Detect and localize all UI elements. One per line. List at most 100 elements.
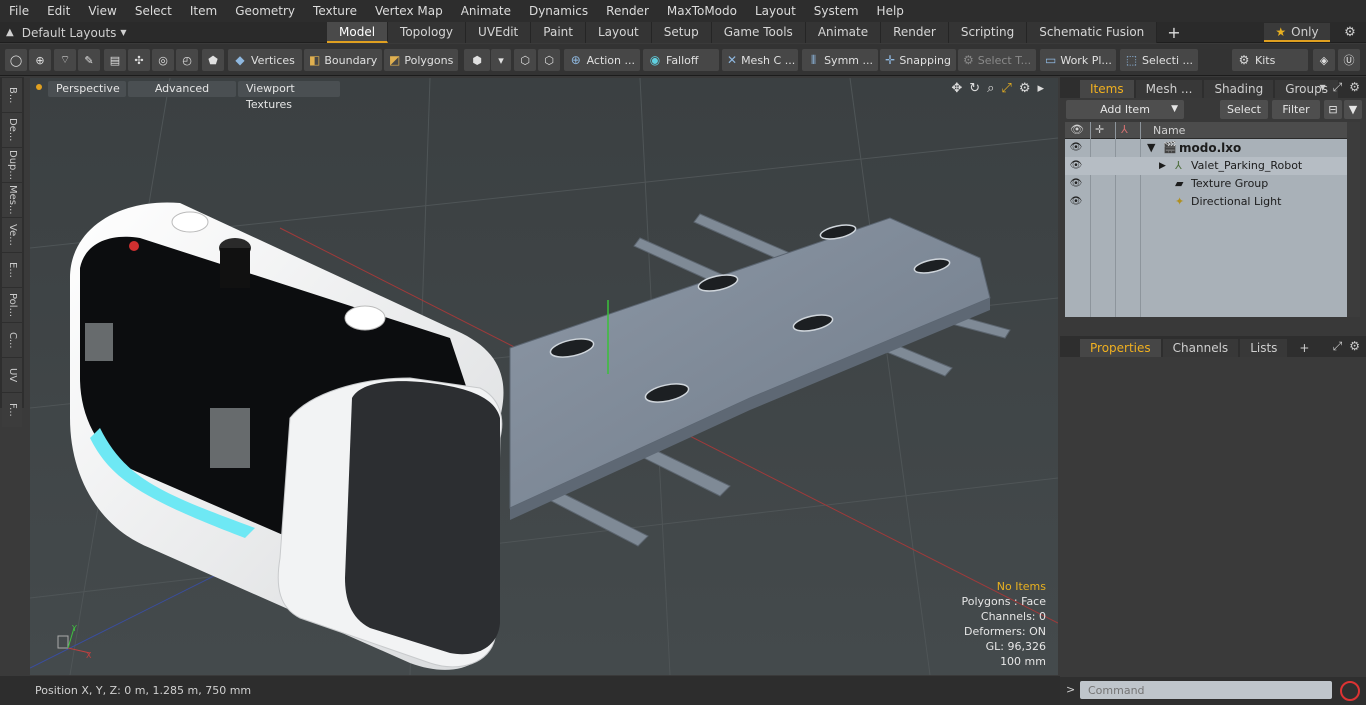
filter-button[interactable]: Filter bbox=[1272, 100, 1320, 119]
left-tab-basic[interactable]: B... bbox=[2, 78, 22, 112]
menu-maxtomodo[interactable]: MaxToModo bbox=[658, 0, 746, 22]
tab-mesh[interactable]: Mesh ... bbox=[1135, 80, 1203, 98]
symmetry-button[interactable]: ⫴ Symm ... bbox=[802, 49, 878, 71]
vertices-button[interactable]: ◆ Vertices bbox=[228, 49, 302, 71]
select-through-button[interactable]: ⚙ Select T... bbox=[958, 49, 1036, 71]
tab-game-tools[interactable]: Game Tools bbox=[711, 22, 806, 43]
perspective-button[interactable]: Perspective bbox=[48, 81, 126, 97]
transform-icon[interactable]: ✣ bbox=[128, 49, 150, 71]
work-plane-button[interactable]: ▭ Work Pl... bbox=[1040, 49, 1116, 71]
chevron-down-icon[interactable]: ▾ bbox=[491, 49, 511, 71]
tab-schematic-fusion[interactable]: Schematic Fusion bbox=[1027, 22, 1158, 43]
eye-icon[interactable]: 👁 bbox=[1069, 195, 1083, 209]
boundary-button[interactable]: ◧ Boundary bbox=[304, 49, 382, 71]
command-run-icon[interactable] bbox=[1340, 681, 1360, 701]
eye-icon[interactable]: 👁 bbox=[1069, 141, 1083, 155]
add-tab-icon[interactable]: + bbox=[1157, 22, 1190, 43]
mesh-constraint-button[interactable]: ✕ Mesh C ... bbox=[722, 49, 798, 71]
circle-select-icon[interactable]: ◯ bbox=[5, 49, 27, 71]
cube-icon[interactable]: ⬢ bbox=[464, 49, 490, 71]
viewport-menu-dot[interactable] bbox=[36, 84, 42, 90]
tab-render[interactable]: Render bbox=[881, 22, 949, 43]
left-tab-deform[interactable]: De... bbox=[2, 113, 22, 147]
lasso-icon[interactable]: ⌔ bbox=[54, 49, 76, 71]
menu-dynamics[interactable]: Dynamics bbox=[520, 0, 597, 22]
expand-icon[interactable]: ⤢ bbox=[1333, 80, 1343, 95]
viewport-textures-button[interactable]: Viewport Textures bbox=[238, 81, 340, 111]
menu-layout[interactable]: Layout bbox=[746, 0, 805, 22]
tab-uvedit[interactable]: UVEdit bbox=[466, 22, 532, 43]
tree-row-modo[interactable]: 👁 ▼ 🎬 modo.lxo bbox=[1065, 139, 1347, 157]
add-item-button[interactable]: Add Item ▼ bbox=[1066, 100, 1184, 119]
panel-menu-icon[interactable] bbox=[1060, 80, 1078, 98]
brush-icon[interactable]: ✎ bbox=[78, 49, 100, 71]
menu-select[interactable]: Select bbox=[126, 0, 181, 22]
maximize-icon[interactable]: ⤢ bbox=[1001, 81, 1011, 96]
left-tab-curve[interactable]: C... bbox=[2, 323, 22, 357]
left-tab-uv[interactable]: UV bbox=[2, 358, 22, 392]
menu-geometry[interactable]: Geometry bbox=[226, 0, 304, 22]
tab-lists[interactable]: Lists bbox=[1240, 339, 1288, 357]
play-icon[interactable]: ▸ bbox=[1037, 81, 1044, 96]
panel-gear-icon[interactable]: ⚙ bbox=[1349, 80, 1360, 95]
panel-menu-icon[interactable] bbox=[1060, 339, 1078, 357]
menu-view[interactable]: View bbox=[79, 0, 125, 22]
unreal-icon[interactable]: Ⓤ bbox=[1338, 49, 1360, 71]
tree-row-texture-group[interactable]: 👁 ▰ Texture Group bbox=[1065, 175, 1347, 193]
pan-icon[interactable]: ✥ bbox=[951, 81, 962, 96]
tab-animate[interactable]: Animate bbox=[805, 22, 882, 43]
eye-icon[interactable]: 👁 bbox=[1069, 177, 1083, 191]
target-icon[interactable]: ◎ bbox=[152, 49, 174, 71]
left-tab-vertex[interactable]: Ve... bbox=[2, 218, 22, 252]
align-icon[interactable]: ▤ bbox=[104, 49, 126, 71]
tree-row-light[interactable]: 👁 ✦ Directional Light bbox=[1065, 193, 1347, 211]
zoom-icon[interactable]: ⌕ bbox=[987, 81, 994, 96]
menu-render[interactable]: Render bbox=[597, 0, 658, 22]
tab-items[interactable]: Items bbox=[1080, 80, 1134, 98]
tab-channels[interactable]: Channels bbox=[1162, 339, 1239, 357]
tree-scrollbar[interactable] bbox=[1347, 122, 1360, 317]
sphere-alt-icon[interactable]: ⬡ bbox=[538, 49, 560, 71]
menu-edit[interactable]: Edit bbox=[38, 0, 79, 22]
rotate-icon[interactable]: ◴ bbox=[176, 49, 198, 71]
collapse-icon[interactable]: ⊟ bbox=[1324, 100, 1342, 119]
tab-setup[interactable]: Setup bbox=[651, 22, 712, 43]
left-tab-polygon[interactable]: Pol... bbox=[2, 288, 22, 322]
3d-viewport[interactable]: Y X Perspective Advanced Viewport Textur… bbox=[30, 78, 1058, 675]
gear-icon[interactable]: ⚙ bbox=[1340, 23, 1360, 42]
tab-layout[interactable]: Layout bbox=[585, 22, 652, 43]
add-panel-tab-icon[interactable]: + bbox=[1289, 339, 1319, 357]
globe-icon[interactable]: ⊕ bbox=[29, 49, 51, 71]
tab-paint[interactable]: Paint bbox=[531, 22, 586, 43]
polygons-button[interactable]: ◩ Polygons bbox=[384, 49, 458, 71]
eye-icon[interactable]: 👁 bbox=[1069, 159, 1083, 173]
expand-icon[interactable]: ⤢ bbox=[1333, 339, 1343, 354]
shield-icon[interactable]: ⬟ bbox=[202, 49, 224, 71]
expand-arrow-icon[interactable]: ▼ bbox=[1147, 141, 1155, 154]
tree-row-robot[interactable]: 👁 ▶ ⅄ Valet_Parking_Robot bbox=[1065, 157, 1347, 175]
viewport-gear-icon[interactable]: ⚙ bbox=[1019, 81, 1031, 96]
tab-topology[interactable]: Topology bbox=[388, 22, 467, 43]
advanced-button[interactable]: Advanced bbox=[128, 81, 236, 97]
unity-icon[interactable]: ◈ bbox=[1313, 49, 1335, 71]
left-tab-fusion[interactable]: F... bbox=[2, 393, 22, 427]
sphere-icon[interactable]: ⬡ bbox=[514, 49, 536, 71]
tab-shading[interactable]: Shading bbox=[1204, 80, 1274, 98]
menu-item[interactable]: Item bbox=[181, 0, 226, 22]
expand-arrow-icon[interactable]: ▶ bbox=[1159, 161, 1166, 171]
tab-properties[interactable]: Properties bbox=[1080, 339, 1161, 357]
menu-animate[interactable]: Animate bbox=[452, 0, 520, 22]
falloff-button[interactable]: ◉ Falloff bbox=[643, 49, 719, 71]
menu-vertex-map[interactable]: Vertex Map bbox=[366, 0, 452, 22]
orbit-icon[interactable]: ↻ bbox=[969, 81, 980, 96]
menu-file[interactable]: File bbox=[0, 0, 38, 22]
snapping-button[interactable]: ✛ Snapping bbox=[880, 49, 956, 71]
menu-system[interactable]: System bbox=[805, 0, 868, 22]
kits-button[interactable]: ⚙ Kits bbox=[1232, 49, 1308, 71]
funnel-icon[interactable]: ▼ bbox=[1344, 100, 1362, 119]
select-button[interactable]: Select bbox=[1220, 100, 1268, 119]
panel-gear-icon[interactable]: ⚙ bbox=[1349, 339, 1360, 354]
selection-sets-button[interactable]: ⬚ Selecti ... bbox=[1120, 49, 1198, 71]
action-button[interactable]: ⊕ Action ... bbox=[564, 49, 640, 71]
only-toggle[interactable]: ★ Only bbox=[1264, 23, 1330, 42]
